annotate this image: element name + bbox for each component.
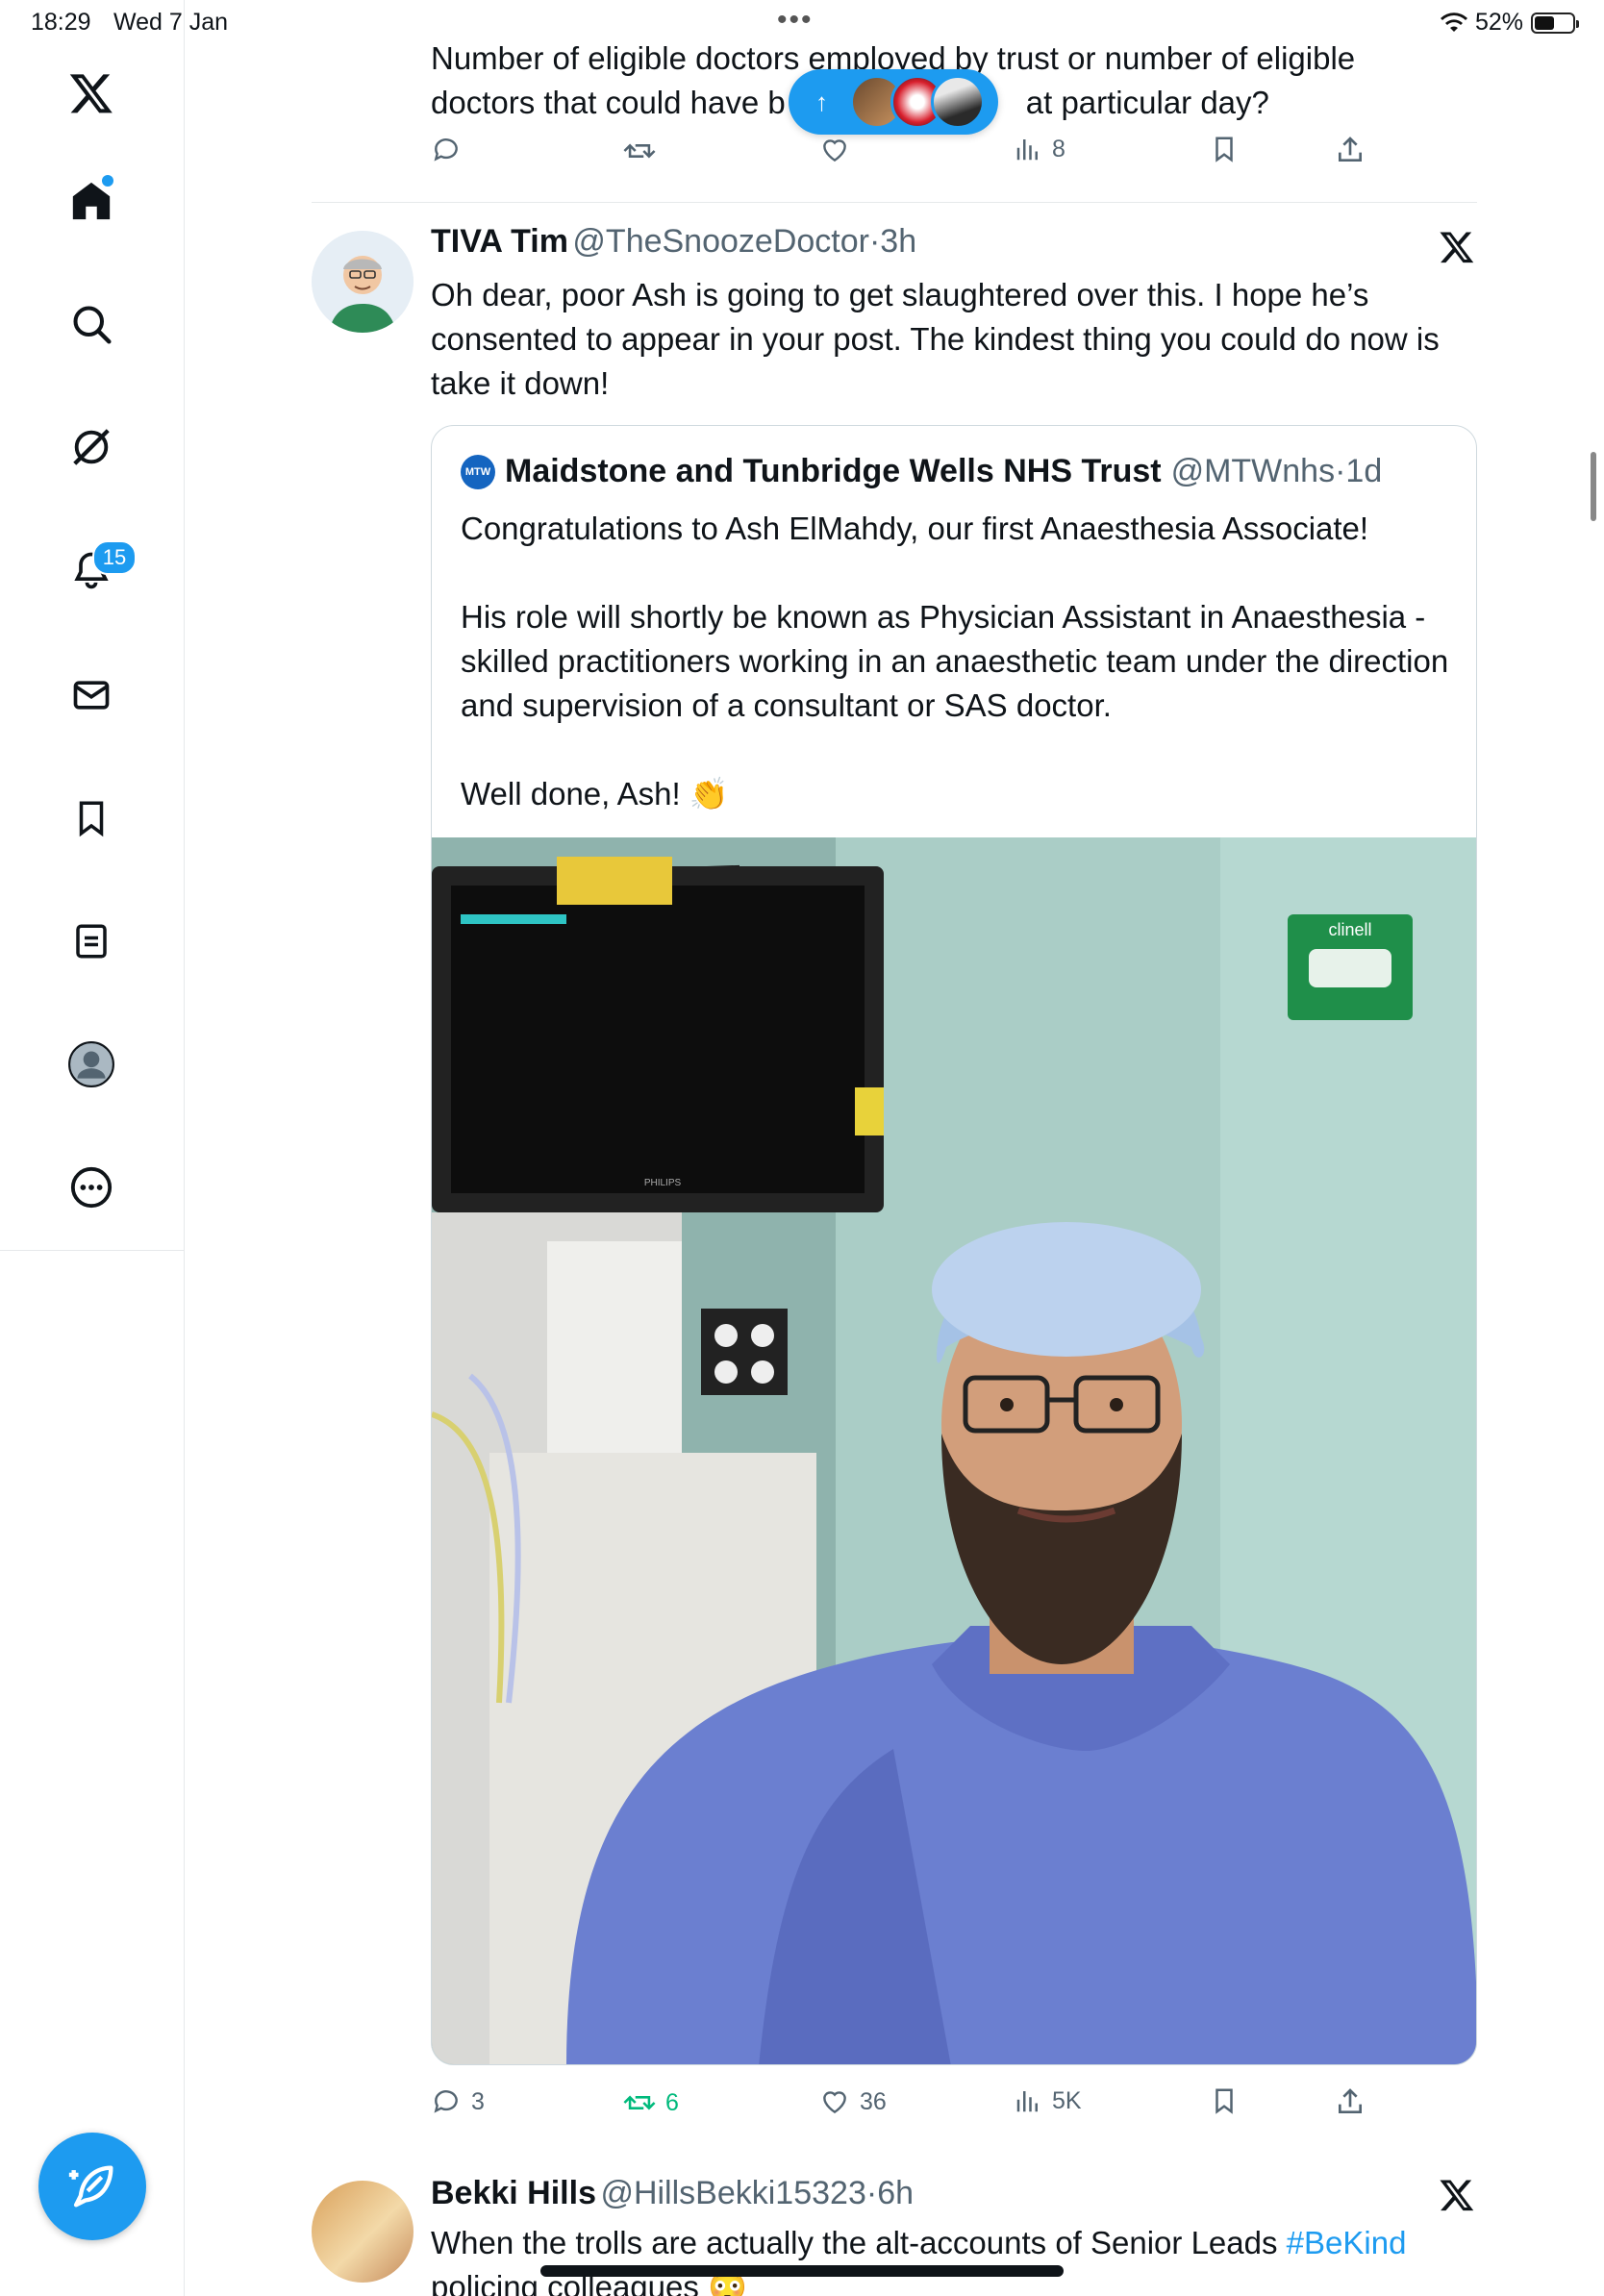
previous-post-line-2-end: at particular day? bbox=[1025, 85, 1269, 120]
post-header: TIVA Tim @TheSnoozeDoctor·3h bbox=[431, 223, 916, 261]
repost-button[interactable] bbox=[623, 135, 656, 167]
wipes-label: clinell bbox=[1328, 920, 1371, 939]
search-icon[interactable] bbox=[63, 296, 119, 352]
reply-icon bbox=[434, 2090, 458, 2113]
post-separator bbox=[312, 202, 1477, 203]
views-icon bbox=[1016, 2091, 1038, 2112]
status-right: 52% bbox=[1440, 9, 1579, 37]
post-text-line-1: When the trolls are actually the alt-acc… bbox=[431, 2221, 1489, 2265]
quote-time: 1d bbox=[1345, 453, 1383, 489]
views-count: 5K bbox=[1052, 2086, 1082, 2114]
reply-button[interactable] bbox=[431, 135, 462, 165]
reply-button[interactable]: 3 bbox=[431, 2086, 485, 2117]
sidebar-divider bbox=[0, 1250, 185, 1251]
repost-count: 6 bbox=[665, 2088, 679, 2116]
bookmarks-icon[interactable] bbox=[63, 790, 119, 846]
x-logo-icon[interactable] bbox=[63, 65, 119, 121]
wifi-icon bbox=[1440, 12, 1467, 32]
quote-photo[interactable]: clinell PHILIPS bbox=[432, 837, 1476, 2064]
bookmark-icon bbox=[1216, 137, 1233, 162]
compose-icon bbox=[68, 2165, 113, 2208]
scrollbar[interactable] bbox=[1591, 452, 1596, 521]
quote-author-handle: @MTWnhs·1d bbox=[1171, 453, 1383, 490]
arrow-up-icon: ↑ bbox=[815, 87, 828, 116]
grok-icon[interactable] bbox=[63, 419, 119, 475]
more-icon[interactable] bbox=[63, 1160, 119, 1215]
separator-dot: · bbox=[865, 2175, 878, 2211]
like-button[interactable]: 36 bbox=[819, 2086, 887, 2117]
monitor-label: PHILIPS bbox=[644, 1178, 682, 1188]
separator-dot: · bbox=[1335, 453, 1346, 489]
avatar[interactable] bbox=[312, 231, 414, 333]
author-handle[interactable]: @TheSnoozeDoctor bbox=[572, 223, 869, 260]
repost-icon bbox=[623, 2095, 656, 2110]
bookmark-icon bbox=[1216, 2088, 1233, 2114]
repost-button[interactable]: 6 bbox=[623, 2086, 679, 2119]
quote-avatar: MTW bbox=[461, 454, 495, 489]
compose-button[interactable] bbox=[38, 2133, 146, 2240]
share-button[interactable] bbox=[1335, 2086, 1366, 2117]
quote-header: MTW Maidstone and Tunbridge Wells NHS Tr… bbox=[461, 453, 1382, 490]
avatar[interactable] bbox=[312, 2181, 414, 2283]
author-handle[interactable]: @HillsBekki15323 bbox=[600, 2175, 865, 2211]
lists-icon[interactable] bbox=[63, 913, 119, 969]
battery-icon bbox=[1531, 12, 1579, 34]
share-icon bbox=[1339, 2088, 1362, 2113]
multitasking-dots-icon[interactable]: ••• bbox=[777, 4, 814, 37]
views-button[interactable]: 8 bbox=[1014, 135, 1065, 163]
quote-handle-text: @MTWnhs bbox=[1170, 453, 1336, 489]
post-actions: 3 6 36 5K bbox=[431, 2086, 1479, 2134]
messages-icon[interactable] bbox=[63, 667, 119, 723]
post-text: Oh dear, poor Ash is going to get slaugh… bbox=[431, 277, 1440, 401]
heart-icon bbox=[823, 139, 846, 162]
previous-post-line-2-start: doctors that could have b bbox=[431, 85, 786, 120]
bookmark-button[interactable] bbox=[1210, 135, 1239, 163]
quoted-post[interactable]: MTW Maidstone and Tunbridge Wells NHS Tr… bbox=[431, 425, 1477, 2065]
post-time: 6h bbox=[877, 2175, 915, 2211]
x-logo-icon bbox=[1439, 229, 1477, 267]
pill-avatar bbox=[931, 75, 985, 129]
home-unread-dot bbox=[102, 175, 113, 187]
profile-icon[interactable] bbox=[63, 1036, 119, 1092]
new-posts-pill[interactable]: ↑ bbox=[789, 69, 998, 135]
bookmark-button[interactable] bbox=[1210, 2086, 1239, 2115]
battery-percent: 52% bbox=[1474, 9, 1523, 36]
separator-dot: · bbox=[868, 223, 881, 260]
reply-count: 3 bbox=[471, 2087, 485, 2115]
views-count: 8 bbox=[1052, 135, 1065, 162]
author-name[interactable]: Bekki Hills bbox=[431, 2175, 596, 2211]
like-button[interactable] bbox=[819, 135, 850, 165]
sidebar-nav: 15 bbox=[0, 0, 185, 2296]
post-time: 3h bbox=[880, 223, 917, 260]
views-icon bbox=[1016, 139, 1038, 161]
heart-icon bbox=[823, 2091, 846, 2114]
hashtag-link[interactable]: #BeKind bbox=[1287, 2225, 1407, 2260]
share-icon bbox=[1339, 137, 1362, 162]
reply-icon bbox=[434, 138, 458, 162]
post-header: Bekki Hills @HillsBekki15323·6h bbox=[431, 2175, 914, 2212]
quote-text: Congratulations to Ash ElMahdy, our firs… bbox=[461, 507, 1451, 816]
author-name[interactable]: TIVA Tim bbox=[431, 223, 568, 260]
quote-paragraph: Congratulations to Ash ElMahdy, our firs… bbox=[461, 511, 1369, 546]
share-button[interactable] bbox=[1335, 135, 1366, 165]
views-button[interactable]: 5K bbox=[1014, 2086, 1082, 2115]
post-text: When the trolls are actually the alt-acc… bbox=[431, 2221, 1489, 2296]
quote-paragraph: Well done, Ash! 👏 bbox=[461, 776, 729, 811]
home-indicator[interactable] bbox=[540, 2265, 1064, 2277]
x-logo-icon bbox=[1439, 2177, 1477, 2215]
quote-author-name: Maidstone and Tunbridge Wells NHS Trust bbox=[505, 453, 1162, 489]
like-count: 36 bbox=[860, 2087, 887, 2115]
quote-paragraph: His role will shortly be known as Physic… bbox=[461, 599, 1449, 723]
repost-icon bbox=[623, 143, 656, 159]
post-text-start: When the trolls are actually the alt-acc… bbox=[431, 2225, 1278, 2260]
notifications-badge: 15 bbox=[92, 540, 137, 575]
previous-post-actions: 8 bbox=[431, 135, 1479, 183]
